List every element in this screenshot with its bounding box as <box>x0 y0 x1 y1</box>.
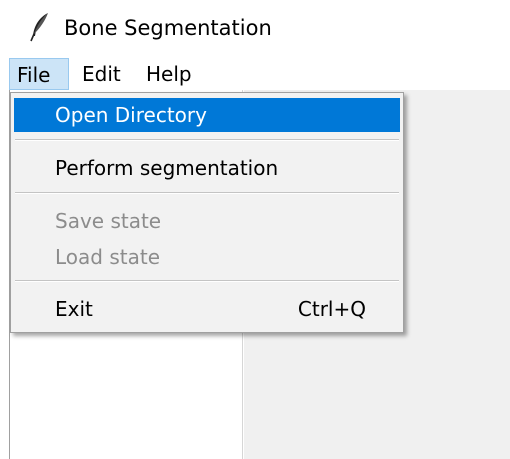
menu-item-open-directory[interactable]: Open Directory <box>14 98 400 132</box>
menu-separator <box>15 192 399 194</box>
menu-item-label: Perform segmentation <box>55 156 279 180</box>
menu-item-label: Open Directory <box>55 103 207 127</box>
menu-file[interactable]: File <box>9 58 69 90</box>
file-dropdown-menu: Open Directory Perform segmentation Save… <box>10 92 404 333</box>
menu-item-shortcut: Ctrl+Q <box>297 297 366 321</box>
menu-edit[interactable]: Edit <box>75 58 128 90</box>
menu-item-save-state: Save state <box>14 204 400 238</box>
menu-item-exit[interactable]: Exit Ctrl+Q <box>14 292 400 326</box>
menu-separator <box>15 280 399 282</box>
menu-bar: File Edit Help <box>0 58 510 90</box>
menu-item-perform-segmentation[interactable]: Perform segmentation <box>14 151 400 185</box>
menu-help[interactable]: Help <box>139 58 199 90</box>
menu-item-label: Load state <box>55 245 160 269</box>
menu-item-load-state: Load state <box>14 240 400 274</box>
feather-icon <box>30 13 48 42</box>
menu-item-label: Save state <box>55 209 162 233</box>
window-title: Bone Segmentation <box>64 16 272 40</box>
menu-separator <box>15 139 399 141</box>
title-bar: Bone Segmentation <box>0 0 510 56</box>
menu-item-label: Exit <box>55 297 93 321</box>
